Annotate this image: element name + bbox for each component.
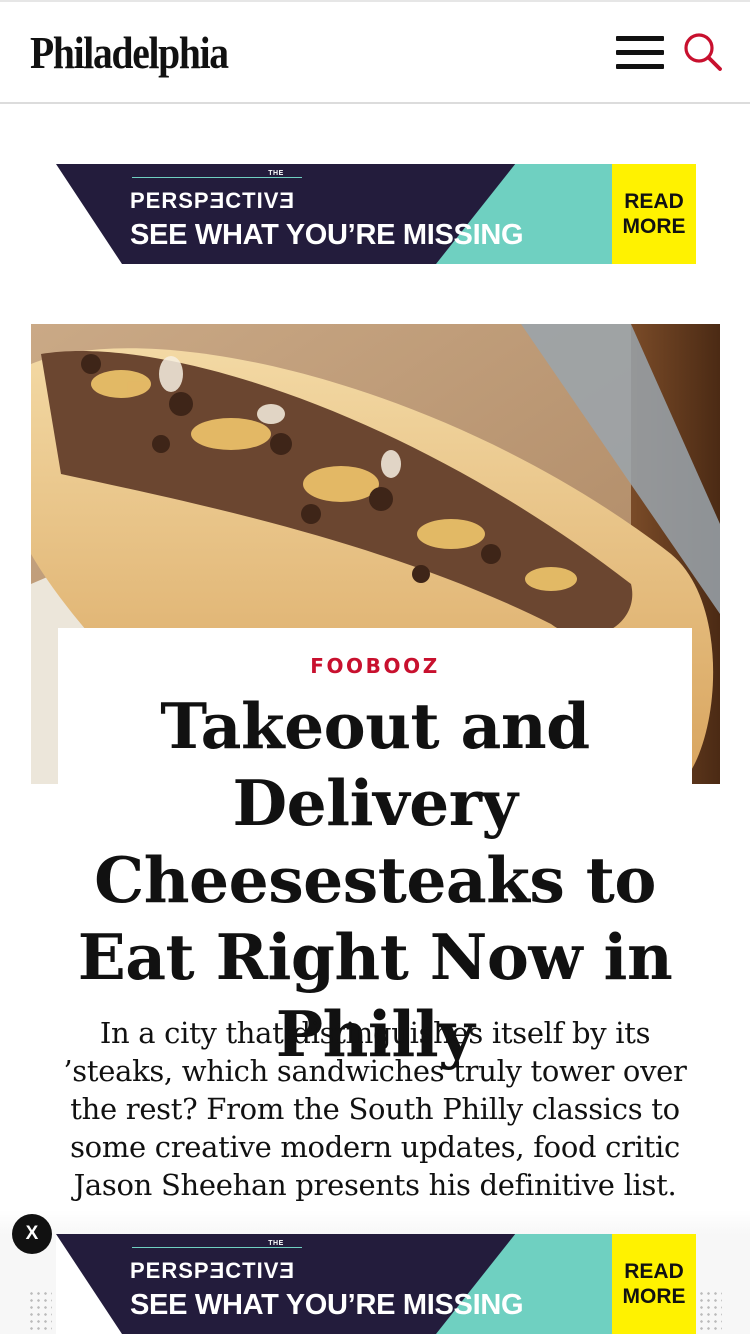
search-icon[interactable]: [682, 32, 724, 74]
ad-title: PERSPƎCTIVƎ: [130, 1258, 296, 1283]
close-ad-button[interactable]: X: [12, 1214, 52, 1254]
ad-title: PERSPƎCTIVƎ: [130, 188, 296, 213]
ad-divider: [132, 1247, 302, 1248]
ad-read-more-button[interactable]: READ MORE: [612, 1234, 696, 1334]
decorative-dots: [698, 1290, 722, 1334]
ad-cta-line2: MORE: [622, 215, 686, 238]
article-category[interactable]: FOOBOOZ: [0, 654, 750, 678]
ad-cta-line1: READ: [624, 1259, 684, 1283]
article-dek: In a city that distinguishes itself by i…: [63, 1016, 687, 1202]
ad-brand-small: THE: [268, 170, 284, 177]
site-header: Philadelphia: [0, 0, 750, 104]
ad-divider: [132, 177, 302, 178]
ad-tagline: SEE WHAT YOU’RE MISSING: [130, 1289, 524, 1321]
hamburger-menu-icon[interactable]: [616, 36, 664, 70]
ad-cta-line1: READ: [624, 189, 684, 213]
bottom-sticky-ad[interactable]: THE PERSPƎCTIVƎ SEE WHAT YOU’RE MISSING …: [56, 1234, 696, 1334]
site-logo[interactable]: Philadelphia: [30, 26, 229, 79]
top-banner-ad[interactable]: THE PERSPƎCTIVƎ SEE WHAT YOU’RE MISSING …: [56, 164, 696, 264]
ad-cta-line2: MORE: [622, 1285, 686, 1308]
decorative-dots: [28, 1290, 52, 1334]
ad-decoration: [56, 164, 122, 264]
ad-tagline: SEE WHAT YOU’RE MISSING: [130, 219, 524, 251]
ad-brand-small: THE: [268, 1240, 284, 1247]
ad-read-more-button[interactable]: READ MORE: [612, 164, 696, 264]
ad-decoration: [56, 1234, 122, 1334]
